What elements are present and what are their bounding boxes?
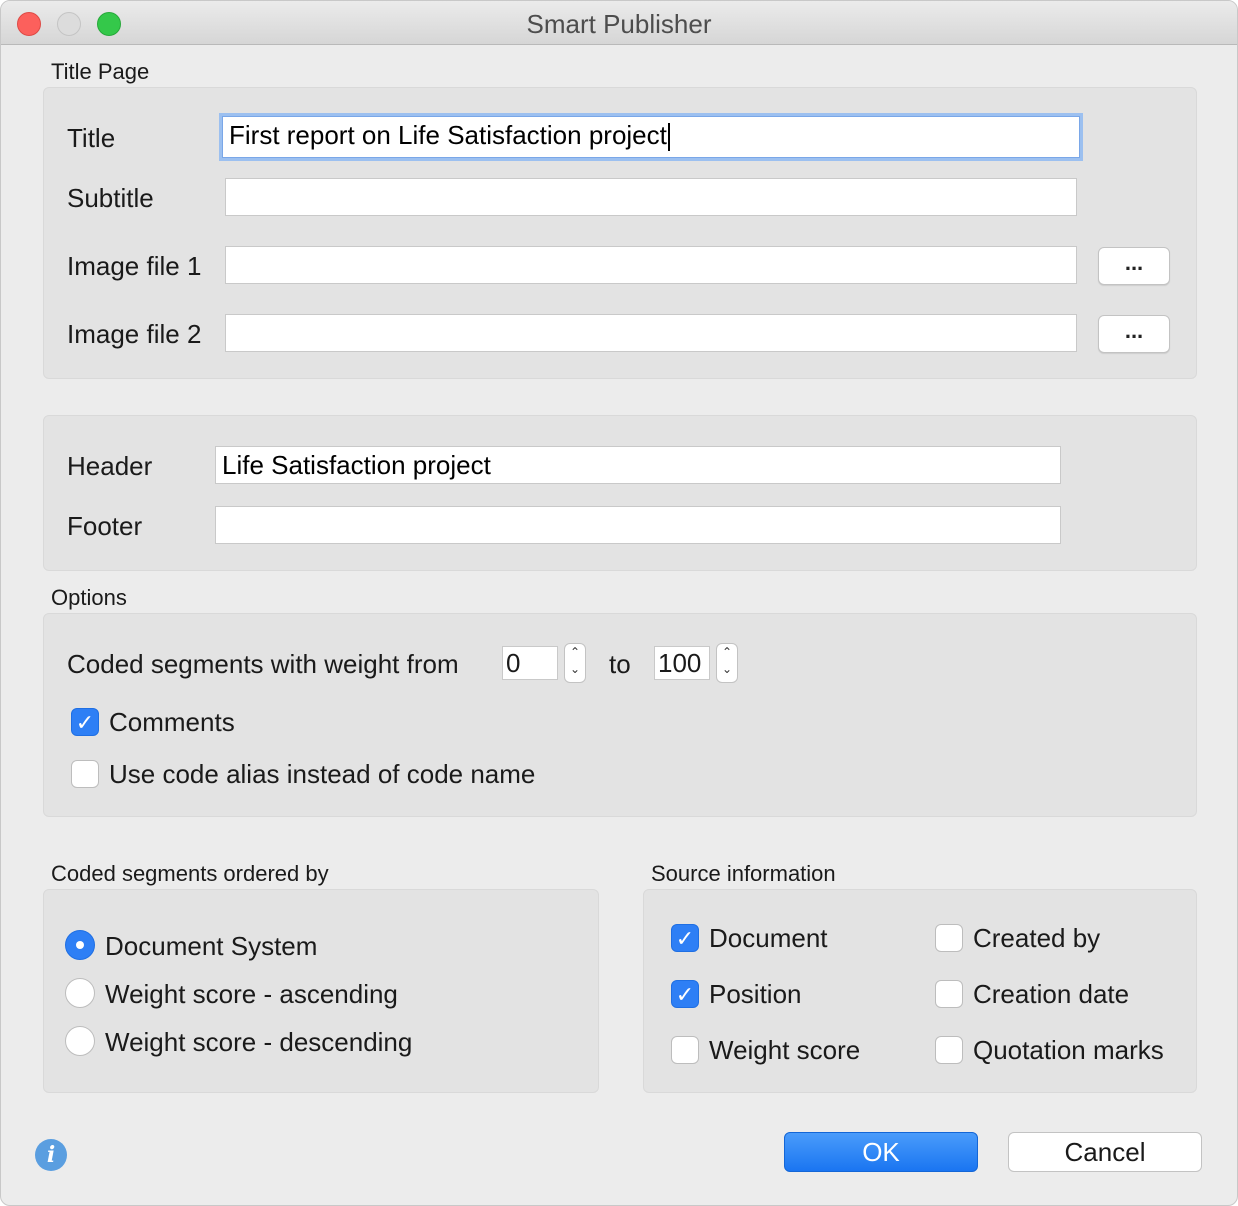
image-file-2-input[interactable] [225, 314, 1077, 352]
options-section-label: Options [51, 585, 127, 610]
ok-button[interactable]: OK [784, 1132, 978, 1172]
weight-from-input[interactable]: 0 [502, 646, 558, 680]
titlebar: Smart Publisher [1, 1, 1237, 45]
source-created-by-checkbox[interactable] [935, 924, 963, 952]
order-weight-ascending-radio[interactable] [65, 978, 95, 1008]
chevron-up-icon: ⌃ [569, 645, 581, 659]
code-alias-label: Use code alias instead of code name [109, 759, 536, 789]
header-footer-group [43, 415, 1197, 571]
source-creation-date-checkbox[interactable] [935, 980, 963, 1008]
subtitle-input[interactable] [225, 178, 1077, 216]
image-file-1-input[interactable] [225, 246, 1077, 284]
order-document-system-radio[interactable] [65, 930, 95, 960]
footer-input[interactable] [215, 506, 1061, 544]
header-input[interactable]: Life Satisfaction project [215, 446, 1061, 484]
checkmark-icon: ✓ [675, 926, 695, 951]
weight-to-stepper[interactable]: ⌃ ⌄ [716, 643, 738, 683]
order-document-system-label: Document System [105, 931, 318, 961]
header-label: Header [67, 451, 153, 481]
source-created-by-label: Created by [973, 923, 1101, 953]
cancel-button[interactable]: Cancel [1008, 1132, 1202, 1172]
smart-publisher-dialog: Smart Publisher Title Page Title First r… [0, 0, 1238, 1206]
order-weight-ascending-label: Weight score - ascending [105, 979, 398, 1009]
weight-to-label: to [609, 649, 631, 679]
source-document-label: Document [709, 923, 828, 953]
subtitle-label: Subtitle [67, 183, 154, 213]
weight-range-label: Coded segments with weight from [67, 649, 459, 679]
source-weight-score-checkbox[interactable] [671, 1036, 699, 1064]
source-info-section-label: Source information [651, 861, 836, 886]
footer-label: Footer [67, 511, 143, 541]
source-weight-score-label: Weight score [709, 1035, 861, 1065]
ordering-section-label: Coded segments ordered by [51, 861, 329, 886]
image-file-2-label: Image file 2 [67, 319, 202, 349]
info-icon[interactable]: i [35, 1139, 67, 1171]
checkmark-icon: ✓ [675, 982, 695, 1007]
weight-to-input[interactable]: 100 [654, 646, 710, 680]
source-position-checkbox[interactable]: ✓ [671, 980, 699, 1008]
image-file-1-browse-button[interactable]: ... [1098, 247, 1170, 285]
source-quotation-marks-checkbox[interactable] [935, 1036, 963, 1064]
title-input[interactable]: First report on Life Satisfaction projec… [222, 116, 1080, 158]
text-caret [667, 123, 670, 152]
order-weight-descending-radio[interactable] [65, 1026, 95, 1056]
chevron-up-icon: ⌃ [721, 645, 733, 659]
source-creation-date-label: Creation date [973, 979, 1130, 1009]
title-input-value: First report on Life Satisfaction projec… [229, 120, 667, 150]
weight-from-stepper[interactable]: ⌃ ⌄ [564, 643, 586, 683]
title-label: Title [67, 123, 116, 153]
order-weight-descending-label: Weight score - descending [105, 1027, 413, 1057]
image-file-2-browse-button[interactable]: ... [1098, 315, 1170, 353]
title-page-section-label: Title Page [51, 59, 150, 84]
source-position-label: Position [709, 979, 802, 1009]
checkmark-icon: ✓ [75, 710, 95, 735]
code-alias-checkbox[interactable] [71, 760, 99, 788]
image-file-1-label: Image file 1 [67, 251, 202, 281]
source-quotation-marks-label: Quotation marks [973, 1035, 1164, 1065]
window-title: Smart Publisher [526, 9, 712, 39]
chevron-down-icon: ⌄ [721, 662, 733, 676]
comments-label: Comments [109, 707, 235, 737]
comments-checkbox[interactable]: ✓ [71, 708, 99, 736]
chevron-down-icon: ⌄ [569, 662, 581, 676]
source-document-checkbox[interactable]: ✓ [671, 924, 699, 952]
